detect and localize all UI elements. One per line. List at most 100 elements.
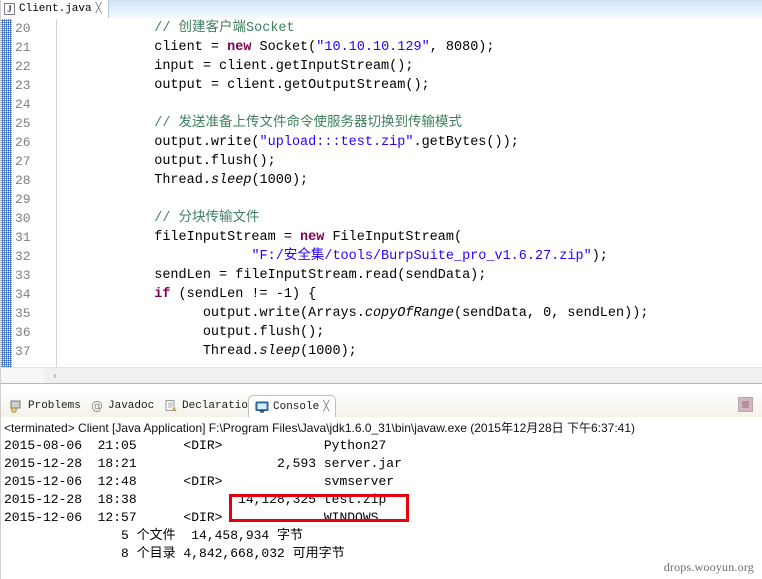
code-line[interactable]: client = new Socket("10.10.10.129", 8080… [57,38,762,57]
console-directory-row: 2015-12-28 18:21 2,593 server.jar [4,456,402,471]
line-number: 30 [15,211,31,226]
line-number: 36 [15,325,31,340]
code-token: , 8080); [429,40,495,55]
console-monitor-icon [255,400,269,414]
code-line[interactable] [57,95,762,114]
code-token: (1000); [300,344,357,359]
code-editor[interactable]: 20 21 22 23 24 25 26 27 28 29 30 31 32 33 34 35 36 37 // … [0,19,762,367]
code-token: Thread. [202,344,260,359]
editor-tab-label: Client.java [19,3,92,15]
code-token: .getBytes()); [413,135,519,150]
view-tab-label: Declaration [182,399,255,412]
code-line[interactable]: // 分块传输文件 [57,209,762,228]
line-number: 22 [15,59,31,74]
code-token: if [154,287,171,302]
code-token: new [227,40,252,55]
line-number: 34 [15,287,31,302]
java-file-icon: J [4,3,15,15]
editor-tab-empty-area [109,0,762,18]
code-token: ); [591,249,608,264]
code-line[interactable]: sendLen = fileInputStream.read(sendData)… [57,266,762,285]
line-number: 33 [15,268,31,283]
line-number: 27 [15,154,31,169]
view-tab-bar: Problems @ Javadoc Declaration Console ╳ [0,393,762,418]
view-tab-declaration[interactable]: Declaration [158,395,261,416]
code-line[interactable]: Thread.sleep(1000); [57,171,762,190]
editor-change-bar [0,19,12,367]
line-number: 24 [15,97,31,112]
code-line[interactable]: output.flush(); [57,152,762,171]
view-tab-console[interactable]: Console ╳ [248,395,337,418]
code-token: // 分块传输文件 [154,211,260,226]
code-line[interactable]: fileInputStream = new FileInputStream( [57,228,762,247]
line-number: 31 [15,230,31,245]
code-token: // 发送准备上传文件命令使服务器切换到传输模式 [154,116,463,131]
code-line[interactable]: output.write("upload:::test.zip".getByte… [57,133,762,152]
editor-code-area[interactable]: // 创建客户端Socket client = new Socket("10.1… [57,19,762,367]
code-token: fileInputStream = [154,230,301,245]
svg-text:@: @ [91,399,103,413]
code-line[interactable]: output = client.getOutputStream(); [57,76,762,95]
code-token: (sendData, 0, sendLen)); [453,306,649,321]
line-number: 23 [15,78,31,93]
line-number: 35 [15,306,31,321]
code-line[interactable]: output.flush(); [57,323,762,342]
code-token: output.write( [154,135,260,150]
view-tab-label: Console [273,400,320,413]
console-directory-row: 2015-12-06 12:48 <DIR> svmserver [4,474,395,489]
line-number: 37 [15,344,31,359]
code-line[interactable]: output.write(Arrays.copyOfRange(sendData… [57,304,762,323]
code-token: sendLen = fileInputStream.read(sendData)… [154,268,487,283]
view-tab-label: Javadoc [108,399,155,412]
code-token: sleep [259,344,301,359]
scroll-left-arrow-icon[interactable]: ‹ [47,368,63,384]
line-number: 28 [15,173,31,188]
code-token: output.flush(); [202,325,325,340]
editor-line-number-gutter: 20 21 22 23 24 25 26 27 28 29 30 31 32 33 34 35 36 37 [12,19,57,367]
editor-horizontal-scrollbar[interactable]: ‹ [0,367,762,384]
console-directory-row: 2015-12-28 18:38 14,128,325 test.zip [4,492,387,507]
line-number: 29 [15,192,31,207]
bottom-view-panel: Problems @ Javadoc Declaration Console ╳ <ter… [0,393,762,579]
code-line[interactable]: // 创建客户端Socket [57,19,762,38]
line-number: 20 [15,21,31,36]
watermark-text: drops.wooyun.org [663,560,754,574]
code-token: new [300,230,325,245]
window-left-border [0,0,1,579]
code-token: sleep [210,173,252,188]
code-token: output.write(Arrays. [202,306,365,321]
editor-tab-bar: J Client.java ╳ [0,0,762,20]
code-line[interactable]: Thread.sleep(1000); [57,342,762,361]
line-number: 32 [15,249,31,264]
code-token: // 创建客户端Socket [154,21,295,36]
code-token: "F:/安全集/tools/BurpSuite_pro_v1.6.27.zip" [251,249,592,264]
code-token: copyOfRange [364,306,454,321]
code-token: output.flush(); [154,154,276,169]
console-summary-line: 5 个文件 14,458,934 字节 [4,528,304,543]
scrollbar-gutter-pad [0,368,44,384]
editor-tab-client-java[interactable]: J Client.java ╳ [0,0,109,18]
code-line[interactable]: input = client.getInputStream(); [57,57,762,76]
view-tab-label: Problems [28,399,81,412]
close-icon[interactable]: ╳ [96,4,102,14]
code-token: (1000); [251,173,309,188]
code-line[interactable]: // 发送准备上传文件命令使服务器切换到传输模式 [57,114,762,133]
line-number: 26 [15,135,31,150]
code-line[interactable]: if (sendLen != -1) { [57,285,762,304]
view-tab-javadoc[interactable]: @ Javadoc [84,395,160,416]
view-tab-problems[interactable]: Problems [4,395,87,416]
console-launch-header: <terminated> Client [Java Application] F… [4,421,636,435]
code-line[interactable]: "F:/安全集/tools/BurpSuite_pro_v1.6.27.zip"… [57,247,762,266]
console-directory-row: 2015-12-06 12:57 <DIR> WINDOWS [4,510,379,525]
declaration-icon [164,399,178,413]
code-line[interactable] [57,190,762,209]
code-token: client = [154,40,228,55]
javadoc-at-icon: @ [90,399,104,413]
code-token: (sendLen != -1) { [170,287,317,302]
console-terminate-button[interactable] [738,397,753,412]
code-token: output = client.getOutputStream(); [154,78,430,93]
console-output[interactable]: <terminated> Client [Java Application] F… [0,417,762,579]
close-icon[interactable]: ╳ [323,401,329,412]
problems-icon [10,399,24,413]
console-directory-row: 2015-08-06 21:05 <DIR> Python27 [4,438,387,453]
